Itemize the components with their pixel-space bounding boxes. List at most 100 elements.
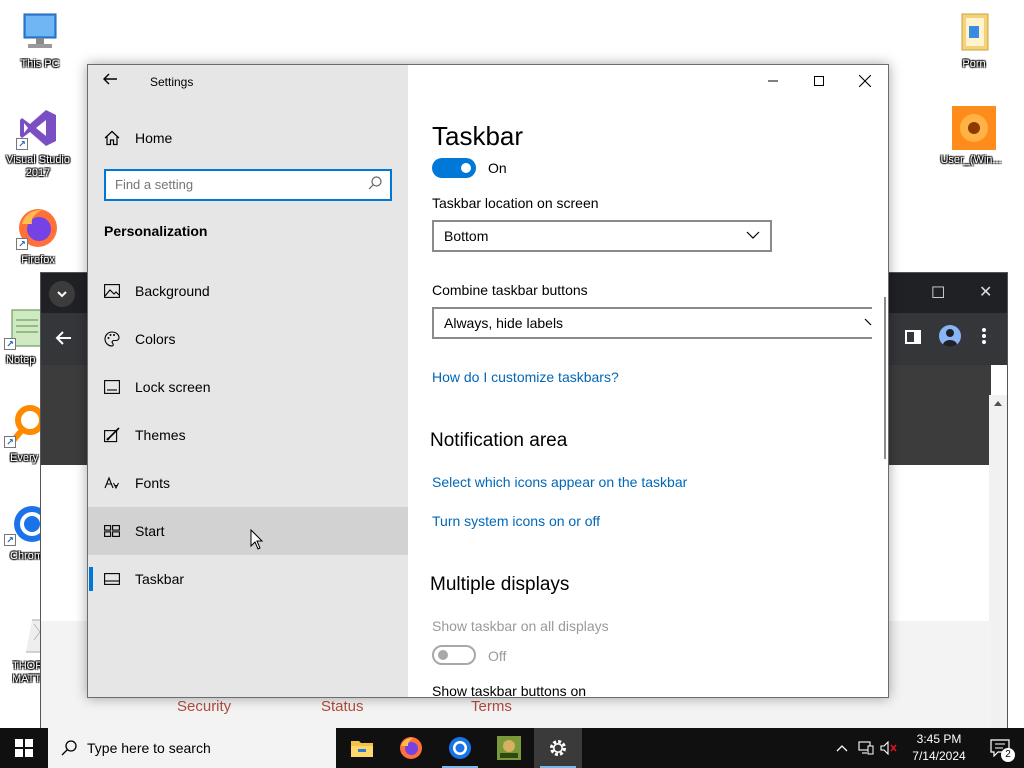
back-arrow-icon[interactable] xyxy=(55,329,73,347)
settings-nav-pane: Settings Home Personalization Background xyxy=(88,65,408,697)
dropdown-value: Always, hide labels xyxy=(444,315,564,331)
footer-link-terms[interactable]: Terms xyxy=(471,698,512,715)
clock-time: 3:45 PM xyxy=(916,732,962,746)
nav-item-home[interactable]: Home xyxy=(88,114,408,162)
profile-avatar[interactable] xyxy=(939,325,961,347)
visual-studio-icon: ↗ xyxy=(16,106,60,150)
minimize-icon xyxy=(768,80,778,82)
firefox-icon xyxy=(400,737,422,759)
desktop-icon-visual-studio[interactable]: ↗ Visual Studio 2017 xyxy=(0,106,76,180)
browser-maximize-button[interactable]: ☐ xyxy=(931,283,945,303)
taskbar-app-game[interactable] xyxy=(485,728,533,768)
system-icons-link[interactable]: Turn system icons on or off xyxy=(432,513,600,529)
nav-item-label: Start xyxy=(135,523,165,539)
start-tiles-icon xyxy=(104,525,120,537)
nav-item-background[interactable]: Background xyxy=(88,267,408,315)
combine-label: Combine taskbar buttons xyxy=(432,282,588,298)
chevron-down-icon xyxy=(864,318,872,326)
chevron-down-icon xyxy=(746,231,760,239)
font-icon xyxy=(104,476,120,490)
game-icon xyxy=(497,736,521,760)
nav-item-themes[interactable]: Themes xyxy=(88,411,408,459)
computer-icon xyxy=(18,10,62,54)
minimize-button[interactable] xyxy=(750,65,796,97)
combine-dropdown[interactable]: Always, hide labels xyxy=(432,307,872,339)
footer-link-status[interactable]: Status xyxy=(321,698,364,715)
action-center-button[interactable]: 2 xyxy=(980,728,1020,768)
windows-taskbar: Type here to search 3:45 PM 7/14/2024 2 xyxy=(0,728,1024,768)
desktop-icon-label: Firefox xyxy=(21,254,55,266)
taskbar-app-firefox[interactable] xyxy=(387,728,435,768)
windows-logo-icon xyxy=(15,739,33,757)
selected-indicator xyxy=(89,567,93,591)
desktop-icon-label: Porn xyxy=(962,58,986,70)
nav-item-taskbar[interactable]: Taskbar xyxy=(88,555,408,603)
back-button[interactable] xyxy=(102,71,118,92)
scroll-up-arrow-icon[interactable] xyxy=(993,399,1003,407)
search-icon xyxy=(61,740,77,756)
close-button[interactable] xyxy=(842,65,888,97)
multiple-displays-heading: Multiple displays xyxy=(430,574,570,595)
nav-item-label: Themes xyxy=(135,427,186,443)
shortcut-arrow-icon: ↗ xyxy=(4,338,16,350)
taskbar-app-chrome[interactable] xyxy=(436,728,484,768)
browser-close-button[interactable]: ✕ xyxy=(979,282,992,302)
taskbar-search-box[interactable]: Type here to search xyxy=(48,728,336,768)
shortcut-arrow-icon: ↗ xyxy=(16,138,28,150)
lock-screen-icon xyxy=(104,380,120,394)
search-icon[interactable] xyxy=(368,176,382,195)
clock[interactable]: 3:45 PM 7/14/2024 xyxy=(904,731,974,765)
toggle-state-label: On xyxy=(488,160,507,176)
content-scrollbar[interactable] xyxy=(884,297,886,459)
more-options-icon[interactable] xyxy=(981,327,987,345)
show-all-displays-toggle[interactable] xyxy=(432,645,476,665)
network-icon[interactable] xyxy=(858,741,874,755)
toggle-knob xyxy=(461,163,471,173)
search-input[interactable] xyxy=(115,171,355,197)
settings-content-pane: Taskbar On Taskbar location on screen Bo… xyxy=(408,65,888,697)
nav-item-lock-screen[interactable]: Lock screen xyxy=(88,363,408,411)
desktop-icon-this-pc[interactable]: This PC xyxy=(2,10,78,71)
desktop-icon-firefox[interactable]: ↗ Firefox xyxy=(0,206,76,267)
taskbar-icon xyxy=(104,573,120,585)
select-icons-link[interactable]: Select which icons appear on the taskbar xyxy=(432,474,687,490)
taskbar-app-settings[interactable] xyxy=(534,728,582,768)
maximize-button[interactable] xyxy=(796,65,842,97)
desktop-icon-porn-folder[interactable]: Porn xyxy=(936,10,1012,71)
nav-item-label: Home xyxy=(135,130,173,146)
picture-icon xyxy=(104,284,120,298)
show-buttons-on-label: Show taskbar buttons on xyxy=(432,683,587,697)
back-arrow-icon xyxy=(103,73,117,85)
nav-item-label: Fonts xyxy=(135,475,171,491)
start-button[interactable] xyxy=(0,728,48,768)
user-icon xyxy=(943,329,957,347)
settings-window[interactable]: Settings Home Personalization Background xyxy=(87,64,889,698)
toggle-state-label: Off xyxy=(488,648,507,664)
close-icon xyxy=(859,75,871,87)
footer-link-security[interactable]: Security xyxy=(177,698,231,715)
shortcut-arrow-icon: ↗ xyxy=(16,238,28,250)
side-panel-icon[interactable] xyxy=(905,329,921,345)
chevron-up-icon[interactable] xyxy=(836,744,848,752)
taskbar-app-file-explorer[interactable] xyxy=(338,728,386,768)
taskbar-toggle-on[interactable] xyxy=(432,158,476,178)
palette-icon xyxy=(104,331,120,347)
customize-taskbars-link[interactable]: How do I customize taskbars? xyxy=(432,369,619,385)
nav-item-label: Colors xyxy=(135,331,176,347)
toggle-knob xyxy=(438,650,448,660)
taskbar-search-placeholder: Type here to search xyxy=(87,740,211,756)
show-all-displays-label: Show taskbar on all displays xyxy=(432,618,609,634)
flower-image-icon xyxy=(952,106,996,150)
nav-item-fonts[interactable]: Fonts xyxy=(88,459,408,507)
nav-item-colors[interactable]: Colors xyxy=(88,315,408,363)
desktop-icon-user-image[interactable]: User_(Win... xyxy=(936,106,1012,167)
find-setting-search[interactable] xyxy=(104,169,392,201)
location-dropdown[interactable]: Bottom xyxy=(432,220,772,252)
notification-badge: 2 xyxy=(1001,748,1015,762)
nav-item-start[interactable]: Start xyxy=(88,507,408,555)
tab-search-button[interactable] xyxy=(49,281,75,307)
brush-icon xyxy=(104,427,120,443)
volume-muted-icon[interactable] xyxy=(880,741,898,755)
clock-date: 7/14/2024 xyxy=(912,749,966,763)
browser-scrollbar[interactable] xyxy=(989,395,1007,729)
